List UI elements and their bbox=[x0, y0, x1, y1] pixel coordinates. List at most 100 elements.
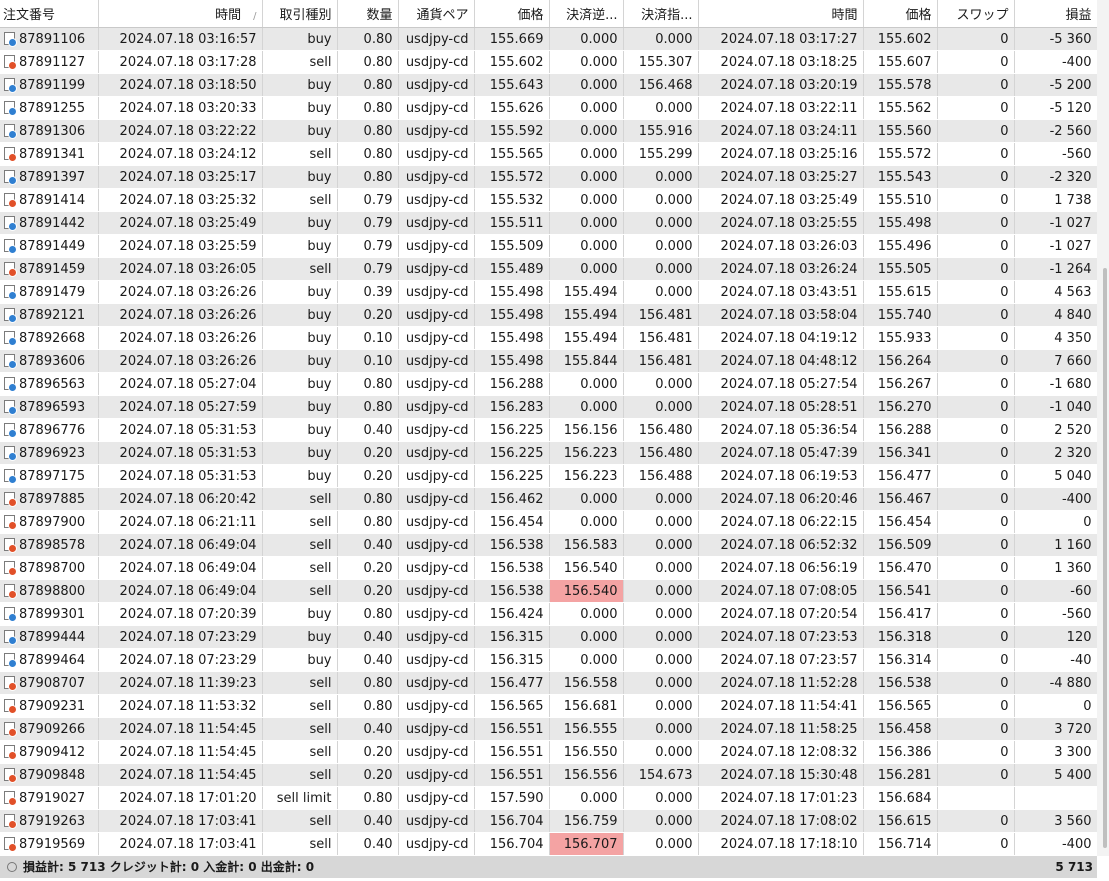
cell-order-id: 87919027 bbox=[0, 786, 99, 810]
table-row[interactable]: 87909231 2024.07.18 11:53:32 sell 0.80 usdjp… bbox=[0, 694, 1098, 718]
table-row[interactable]: 87896923 2024.07.18 05:31:53 buy 0.20 usdjpy… bbox=[0, 441, 1098, 465]
col-header-order[interactable]: 注文番号 bbox=[0, 0, 99, 28]
sell-order-icon bbox=[4, 583, 17, 599]
table-row[interactable]: 87919263 2024.07.18 17:03:41 sell 0.40 usdjp… bbox=[0, 809, 1098, 833]
table-row[interactable]: 87909266 2024.07.18 11:54:45 sell 0.40 usdjp… bbox=[0, 717, 1098, 741]
cell-stop-loss: 155.494 bbox=[549, 326, 624, 350]
cell-open-price: 155.498 bbox=[474, 303, 550, 327]
cell-swap: 0 bbox=[937, 671, 1015, 695]
table-row[interactable]: 87891306 2024.07.18 03:22:22 buy 0.80 usdjpy… bbox=[0, 119, 1098, 143]
cell-order-id: 87898700 bbox=[0, 556, 99, 580]
table-row[interactable]: 87891341 2024.07.18 03:24:12 sell 0.80 usdjp… bbox=[0, 142, 1098, 166]
table-row[interactable]: 87899444 2024.07.18 07:23:29 buy 0.40 usdjpy… bbox=[0, 625, 1098, 649]
cell-stop-loss: 155.494 bbox=[549, 303, 624, 327]
cell-take-profit: 0.000 bbox=[623, 809, 699, 833]
cell-take-profit: 0.000 bbox=[623, 786, 699, 810]
cell-close-time: 2024.07.18 03:25:49 bbox=[698, 188, 864, 212]
cell-swap: 0 bbox=[937, 809, 1015, 833]
cell-trade-type: sell bbox=[262, 717, 338, 741]
cell-close-time: 2024.07.18 06:20:46 bbox=[698, 487, 864, 511]
cell-order-id: 87897900 bbox=[0, 510, 99, 534]
table-row[interactable]: 87891414 2024.07.18 03:25:32 sell 0.79 usdjp… bbox=[0, 188, 1098, 212]
cell-trade-type: buy bbox=[262, 165, 338, 189]
cell-volume: 0.80 bbox=[337, 510, 399, 534]
cell-open-price: 156.454 bbox=[474, 510, 550, 534]
col-header-stop-loss[interactable]: 決済逆... bbox=[549, 0, 624, 28]
cell-close-price: 156.267 bbox=[863, 372, 938, 396]
cell-close-time: 2024.07.18 05:36:54 bbox=[698, 418, 864, 442]
cell-take-profit: 0.000 bbox=[623, 27, 699, 51]
col-header-symbol[interactable]: 通貨ペア bbox=[398, 0, 475, 28]
cell-volume: 0.20 bbox=[337, 579, 399, 603]
cell-open-time: 2024.07.18 03:26:26 bbox=[98, 280, 263, 304]
cell-volume: 0.40 bbox=[337, 832, 399, 856]
col-header-close-time[interactable]: 時間 bbox=[698, 0, 864, 28]
cell-volume: 0.20 bbox=[337, 763, 399, 787]
table-row[interactable]: 87891397 2024.07.18 03:25:17 buy 0.80 usdjpy… bbox=[0, 165, 1098, 189]
cell-symbol: usdjpy-cd bbox=[398, 372, 475, 396]
table-row[interactable]: 87908707 2024.07.18 11:39:23 sell 0.80 usdjp… bbox=[0, 671, 1098, 695]
cell-trade-type: sell bbox=[262, 763, 338, 787]
cell-order-id: 87899444 bbox=[0, 625, 99, 649]
table-row[interactable]: 87898800 2024.07.18 06:49:04 sell 0.20 usdjp… bbox=[0, 579, 1098, 603]
cell-open-time: 2024.07.18 17:03:41 bbox=[98, 809, 263, 833]
col-header-open-price[interactable]: 価格 bbox=[474, 0, 550, 28]
summary-text: 損益計: 5 713 クレジット計: 0 入金計: 0 出金計: 0 bbox=[23, 860, 315, 874]
col-header-take-profit[interactable]: 決済指... bbox=[623, 0, 699, 28]
scrollbar-thumb[interactable] bbox=[1103, 268, 1107, 848]
cell-volume: 0.40 bbox=[337, 625, 399, 649]
table-row[interactable]: 87896776 2024.07.18 05:31:53 buy 0.40 usdjpy… bbox=[0, 418, 1098, 442]
table-row[interactable]: 87891106 2024.07.18 03:16:57 buy 0.80 usdjpy… bbox=[0, 27, 1098, 51]
table-row[interactable]: 87891127 2024.07.18 03:17:28 sell 0.80 usdjp… bbox=[0, 50, 1098, 74]
col-header-volume[interactable]: 数量 bbox=[337, 0, 399, 28]
col-header-swap[interactable]: スワップ bbox=[937, 0, 1015, 28]
cell-close-price: 156.417 bbox=[863, 602, 938, 626]
table-row[interactable]: 87898700 2024.07.18 06:49:04 sell 0.20 usdjp… bbox=[0, 556, 1098, 580]
table-row[interactable]: 87897885 2024.07.18 06:20:42 sell 0.80 usdjp… bbox=[0, 487, 1098, 511]
cell-profit: 2 320 bbox=[1014, 441, 1098, 465]
cell-order-id: 87891397 bbox=[0, 165, 99, 189]
buy-order-icon bbox=[4, 353, 17, 369]
cell-open-price: 156.538 bbox=[474, 533, 550, 557]
cell-take-profit: 155.307 bbox=[623, 50, 699, 74]
vertical-scrollbar[interactable] bbox=[1097, 0, 1109, 856]
table-row[interactable]: 87891255 2024.07.18 03:20:33 buy 0.80 usdjpy… bbox=[0, 96, 1098, 120]
table-row[interactable]: 87896593 2024.07.18 05:27:59 buy 0.80 usdjpy… bbox=[0, 395, 1098, 419]
col-header-type[interactable]: 取引種別 bbox=[262, 0, 338, 28]
table-row[interactable]: 87919027 2024.07.18 17:01:20 sell limit 0.8… bbox=[0, 786, 1098, 810]
cell-symbol: usdjpy-cd bbox=[398, 464, 475, 488]
table-row[interactable]: 87891479 2024.07.18 03:26:26 buy 0.39 usdjpy… bbox=[0, 280, 1098, 304]
cell-close-time: 2024.07.18 03:43:51 bbox=[698, 280, 864, 304]
cell-trade-type: sell bbox=[262, 533, 338, 557]
cell-take-profit: 0.000 bbox=[623, 717, 699, 741]
table-row[interactable]: 87892121 2024.07.18 03:26:26 buy 0.20 usdjpy… bbox=[0, 303, 1098, 327]
table-row[interactable]: 87893606 2024.07.18 03:26:26 buy 0.10 usdjpy… bbox=[0, 349, 1098, 373]
cell-close-price: 156.541 bbox=[863, 579, 938, 603]
table-row[interactable]: 87891449 2024.07.18 03:25:59 buy 0.79 usdjpy… bbox=[0, 234, 1098, 258]
cell-open-time: 2024.07.18 03:25:17 bbox=[98, 165, 263, 189]
table-row[interactable]: 87896563 2024.07.18 05:27:04 buy 0.80 usdjpy… bbox=[0, 372, 1098, 396]
col-header-close-price[interactable]: 価格 bbox=[863, 0, 938, 28]
cell-close-time: 2024.07.18 04:19:12 bbox=[698, 326, 864, 350]
table-row[interactable]: 87909412 2024.07.18 11:54:45 sell 0.20 usdjp… bbox=[0, 740, 1098, 764]
cell-stop-loss: 156.223 bbox=[549, 441, 624, 465]
table-row[interactable]: 87899464 2024.07.18 07:23:29 buy 0.40 usdjpy… bbox=[0, 648, 1098, 672]
col-header-profit[interactable]: 損益 bbox=[1014, 0, 1098, 28]
table-row[interactable]: 87892668 2024.07.18 03:26:26 buy 0.10 usdjpy… bbox=[0, 326, 1098, 350]
col-header-open-time[interactable]: 時間 / bbox=[98, 0, 263, 28]
cell-volume: 0.80 bbox=[337, 671, 399, 695]
table-row[interactable]: 87891199 2024.07.18 03:18:50 buy 0.80 usdjpy… bbox=[0, 73, 1098, 97]
cell-swap: 0 bbox=[937, 280, 1015, 304]
table-row[interactable]: 87909848 2024.07.18 11:54:45 sell 0.20 usdjp… bbox=[0, 763, 1098, 787]
cell-symbol: usdjpy-cd bbox=[398, 832, 475, 856]
table-row[interactable]: 87891442 2024.07.18 03:25:49 buy 0.79 usdjpy… bbox=[0, 211, 1098, 235]
cell-close-price: 155.578 bbox=[863, 73, 938, 97]
cell-trade-type: buy bbox=[262, 602, 338, 626]
table-row[interactable]: 87898578 2024.07.18 06:49:04 sell 0.40 usdjp… bbox=[0, 533, 1098, 557]
table-row[interactable]: 87899301 2024.07.18 07:20:39 buy 0.80 usdjpy… bbox=[0, 602, 1098, 626]
table-row[interactable]: 87897175 2024.07.18 05:31:53 buy 0.20 usdjpy… bbox=[0, 464, 1098, 488]
table-row[interactable]: 87897900 2024.07.18 06:21:11 sell 0.80 usdjp… bbox=[0, 510, 1098, 534]
cell-order-id: 87919569 bbox=[0, 832, 99, 856]
table-row[interactable]: 87919569 2024.07.18 17:03:41 sell 0.40 usdjp… bbox=[0, 832, 1098, 856]
table-row[interactable]: 87891459 2024.07.18 03:26:05 sell 0.79 usdjp… bbox=[0, 257, 1098, 281]
